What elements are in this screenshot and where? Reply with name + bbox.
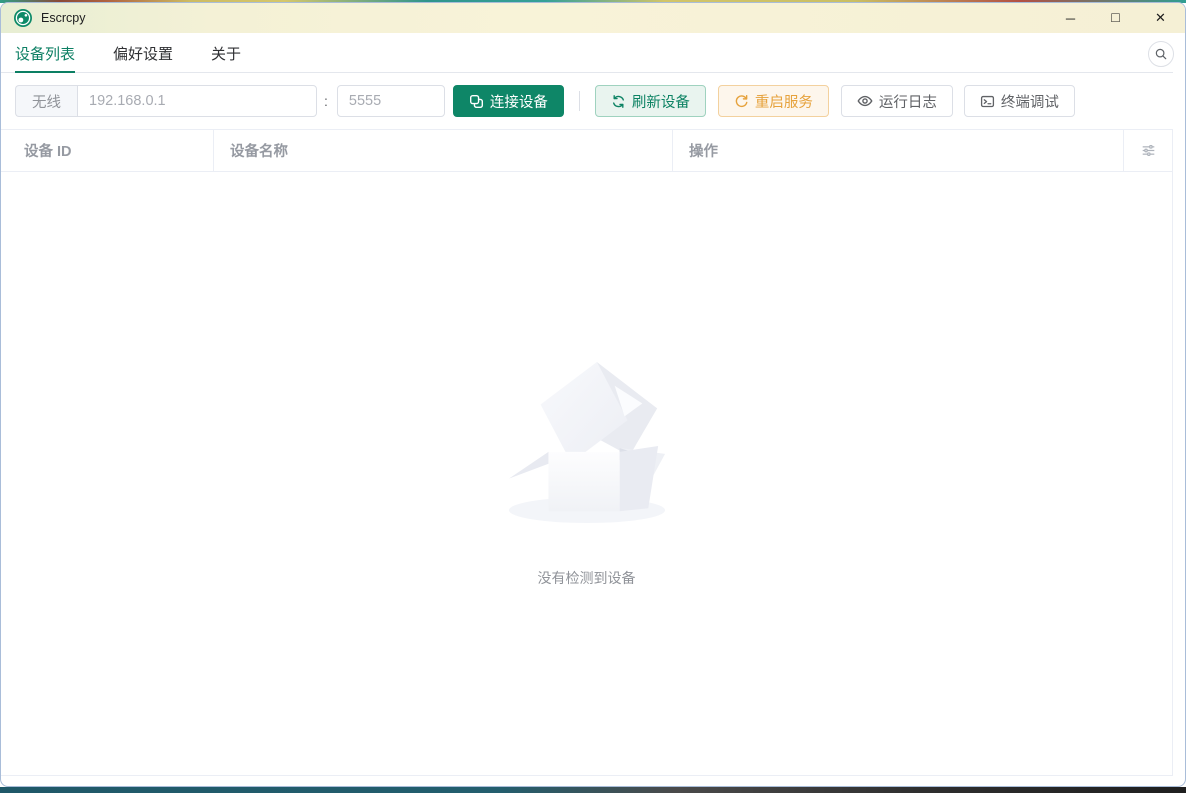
toolbar: 无线 : 连接设备 刷新设备 <box>1 85 1185 117</box>
search-icon <box>1154 47 1168 61</box>
empty-state-illustration <box>507 360 667 528</box>
toolbar-divider <box>578 91 580 111</box>
device-table: 设备 ID 设备名称 操作 没有检测到设备 <box>1 129 1173 776</box>
restart-service-label: 重启服务 <box>754 94 813 111</box>
empty-state-description: 没有检测到设备 <box>537 569 636 586</box>
tab-bar-divider <box>1 72 1173 73</box>
app-logo-icon <box>14 9 32 27</box>
refresh-icon <box>611 94 626 109</box>
refresh-devices-button[interactable]: 刷新设备 <box>594 85 706 117</box>
wireless-address-group: 无线 <box>15 85 317 117</box>
window-controls: ─ □ ✕ <box>1048 3 1185 33</box>
eye-icon <box>857 93 873 109</box>
port-input[interactable] <box>336 85 445 117</box>
connect-device-button[interactable]: 连接设备 <box>452 85 564 117</box>
tab-device-list-label: 设备列表 <box>15 45 76 63</box>
run-log-button[interactable]: 运行日志 <box>840 85 953 117</box>
window-title: Escrcpy <box>41 11 86 25</box>
terminal-debug-button[interactable]: 终端调试 <box>963 85 1075 117</box>
search-button[interactable] <box>1148 41 1174 67</box>
app-window: Escrcpy ─ □ ✕ 设备列表 偏好设置 关于 无线 192.168.0.… <box>0 2 1186 787</box>
refresh-right-icon <box>734 94 749 109</box>
tab-preferences-label: 偏好设置 <box>113 45 174 63</box>
tab-bar: 设备列表 偏好设置 关于 <box>1 33 1185 73</box>
tab-about[interactable]: 关于 <box>211 33 241 73</box>
sliders-icon <box>1141 143 1156 158</box>
wireless-label: 无线 <box>15 85 77 117</box>
desktop-background-bottom <box>0 787 1186 793</box>
terminal-debug-label: 终端调试 <box>1000 94 1059 111</box>
run-log-label: 运行日志 <box>878 94 937 111</box>
connect-device-label: 连接设备 <box>489 94 548 111</box>
tab-device-list[interactable]: 设备列表 <box>15 33 76 73</box>
tab-about-label: 关于 <box>211 45 242 63</box>
column-header-device-id: 设备 ID <box>1 130 214 171</box>
title-bar: Escrcpy ─ □ ✕ <box>1 3 1185 33</box>
maximize-button[interactable]: □ <box>1093 3 1138 33</box>
close-button[interactable]: ✕ <box>1138 3 1183 33</box>
terminal-icon <box>980 94 995 109</box>
tab-preferences[interactable]: 偏好设置 <box>113 33 173 73</box>
link-icon <box>469 94 484 109</box>
refresh-devices-label: 刷新设备 <box>631 94 690 111</box>
minimize-button[interactable]: ─ <box>1048 3 1093 33</box>
column-settings-button[interactable] <box>1124 130 1172 171</box>
restart-service-button[interactable]: 重启服务 <box>717 85 829 117</box>
device-table-body: 没有检测到设备 <box>1 172 1172 775</box>
device-table-header: 设备 ID 设备名称 操作 <box>1 130 1172 172</box>
column-header-device-name: 设备名称 <box>214 130 673 171</box>
port-separator: : <box>324 93 328 109</box>
column-header-actions: 操作 <box>673 130 1124 171</box>
active-tab-underline <box>15 71 76 73</box>
ip-address-input[interactable] <box>77 85 317 117</box>
